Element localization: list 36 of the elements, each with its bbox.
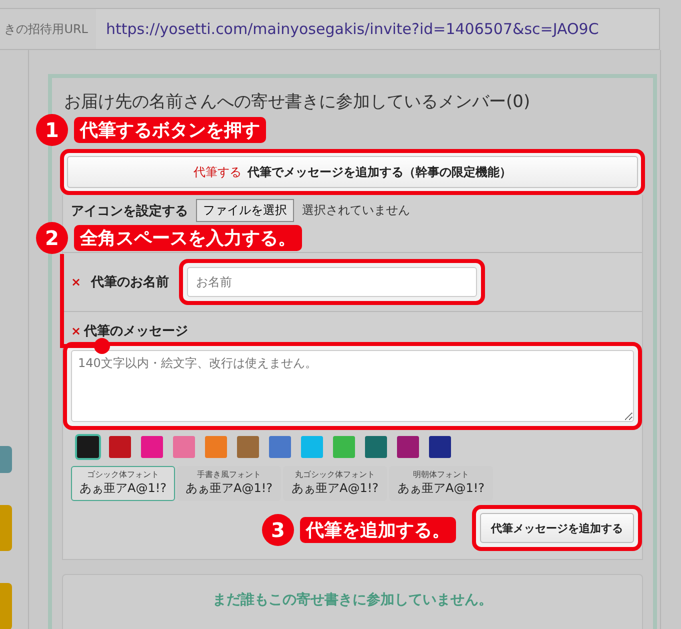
- icon-label: アイコンを設定する: [71, 202, 188, 220]
- required-mark: ×: [71, 275, 82, 289]
- proxy-button[interactable]: 代筆する 代筆でメッセージを追加する（幹事の限定機能）: [67, 156, 638, 188]
- side-tab[interactable]: [0, 583, 12, 629]
- invite-url: https://yosetti.com/mainyosegakis/invite?id=1406507&sc=JAO9C: [96, 9, 659, 49]
- color-swatch[interactable]: [365, 436, 387, 458]
- color-swatch[interactable]: [397, 436, 419, 458]
- empty-message: まだ誰もこの寄せ書きに参加していません。: [212, 591, 492, 610]
- name-input[interactable]: お名前: [187, 267, 478, 297]
- required-mark: ×: [71, 324, 82, 338]
- color-swatch[interactable]: [237, 436, 259, 458]
- file-status: 選択されていません: [302, 202, 410, 219]
- side-tab[interactable]: [0, 446, 12, 472]
- color-swatch[interactable]: [77, 436, 99, 458]
- color-swatch[interactable]: [429, 436, 451, 458]
- members-title: お届け先の名前さんへの寄せ書きに参加しているメンバー(0): [64, 91, 532, 113]
- url-label: きの招待用URL: [3, 20, 89, 38]
- color-swatch[interactable]: [109, 436, 131, 458]
- color-swatch[interactable]: [333, 436, 355, 458]
- callout-text: 代筆を追加する。: [300, 517, 456, 543]
- color-swatch[interactable]: [205, 436, 227, 458]
- side-tab[interactable]: [0, 504, 12, 552]
- message-textarea[interactable]: 140文字以内・絵文字、改行は使えません。: [71, 350, 634, 422]
- step-number: 1: [36, 114, 68, 146]
- callout-text: 全角スペースを入力する。: [74, 225, 302, 251]
- message-label: 代筆のメッセージ: [84, 323, 188, 340]
- color-swatch[interactable]: [301, 436, 323, 458]
- callout-text: 代筆するボタンを押す: [74, 117, 266, 143]
- color-swatch[interactable]: [141, 436, 163, 458]
- color-swatch[interactable]: [173, 436, 195, 458]
- step-number: 2: [36, 222, 68, 254]
- name-label: 代筆のお名前: [91, 274, 170, 291]
- font-option[interactable]: ゴシック体フォント あぁ亜アA@1!?: [71, 466, 175, 501]
- submit-button[interactable]: 代筆メッセージを追加する: [480, 513, 634, 543]
- file-button[interactable]: ファイルを選択: [196, 199, 294, 222]
- color-swatch[interactable]: [269, 436, 291, 458]
